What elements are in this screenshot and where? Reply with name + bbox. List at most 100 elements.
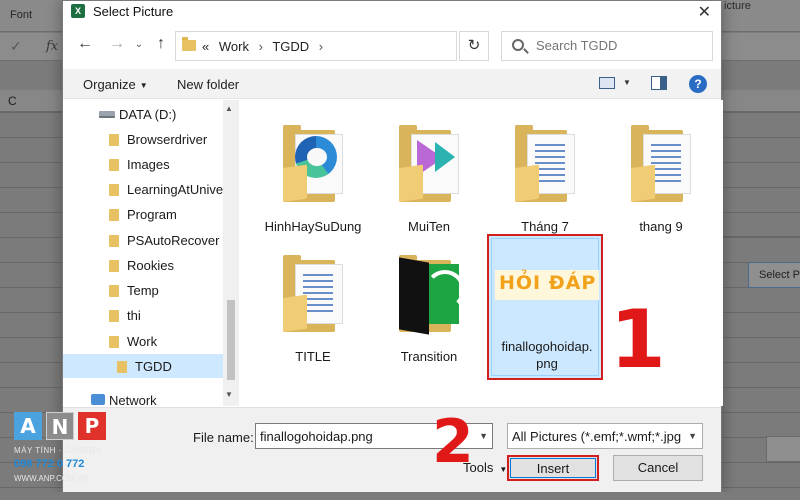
fx-icon: fx (46, 39, 59, 54)
file-name: HinhHaySuDung (264, 219, 362, 234)
sidebar-scrollbar[interactable]: ▲ ▼ (223, 100, 239, 406)
file-name: Tháng 7 (521, 219, 569, 234)
search-input[interactable] (536, 38, 706, 53)
search-box[interactable] (501, 31, 713, 61)
cancel-button[interactable]: Cancel (613, 455, 703, 481)
excel-status-strip (0, 492, 800, 500)
help-icon[interactable]: ? (689, 75, 707, 93)
sidebar-item-label: Network (109, 393, 157, 406)
file-item-thang-9[interactable]: thang 9 (603, 106, 719, 244)
folder-icon (109, 184, 119, 196)
file-item-finallogohoidap[interactable]: HỎI ĐÁP finallogohoidap. png (487, 234, 603, 380)
back-arrow-icon[interactable]: ← (75, 35, 95, 53)
folder-icon (109, 235, 119, 247)
search-icon (512, 39, 524, 51)
organize-button[interactable]: Organize ▼ (83, 77, 148, 92)
file-type-value: All Pictures (*.emf;*.wmf;*.jpg;*. (512, 429, 682, 444)
sidebar-item-label: Program (127, 207, 177, 222)
sidebar-item-images[interactable]: Images (63, 152, 223, 176)
sidebar-item-network[interactable]: Network (63, 388, 223, 406)
address-bar[interactable]: « Work › TGDD › ⌄ (175, 31, 551, 61)
file-name: thang 9 (639, 219, 683, 234)
view-options-caret-icon[interactable]: ▼ (623, 78, 631, 87)
anp-letter: P (78, 412, 106, 440)
breadcrumb-separator[interactable]: › (319, 39, 323, 54)
sidebar-item-label: Work (127, 334, 158, 349)
file-type-chevron-icon: ▼ (688, 431, 697, 441)
scrollbar-thumb[interactable] (227, 300, 235, 380)
file-name-line: png (536, 356, 558, 371)
folder-icon (109, 209, 119, 221)
folder-icon (117, 361, 127, 373)
file-item-title[interactable]: TITLE (255, 236, 371, 374)
sidebar-item-browserdriver[interactable]: Browserdriver (63, 127, 223, 151)
file-type-select[interactable]: All Pictures (*.emf;*.wmf;*.jpg;*. ▼ (507, 423, 703, 449)
breadcrumb-separator: › (258, 39, 263, 54)
sidebar-item-label: Temp (127, 283, 159, 298)
new-folder-button[interactable]: New folder (177, 77, 239, 92)
file-name-label: File name: (193, 430, 254, 445)
breadcrumb-tgdd[interactable]: TGDD (272, 39, 309, 54)
sidebar-item-learningatuniver[interactable]: LearningAtUniver (63, 177, 227, 201)
file-item-transition[interactable]: Transition (371, 236, 487, 374)
sidebar-item-label: LearningAtUniver (127, 182, 228, 197)
command-bar: Organize ▼ New folder ▼ ? (63, 69, 721, 99)
right-panel (722, 236, 800, 346)
sidebar-item-thi[interactable]: thi (63, 303, 223, 327)
change-view-icon[interactable] (599, 77, 615, 89)
sidebar-item-program[interactable]: Program (63, 202, 223, 226)
sidebar-item-data-drive[interactable]: DATA (D:) (63, 102, 223, 126)
insert-label: Insert (536, 461, 570, 476)
ribbon-font-label: Font (10, 9, 33, 21)
folder-icon (505, 122, 585, 202)
file-name: TITLE (295, 349, 331, 364)
step-1-annotation: 1 (610, 293, 666, 386)
sidebar-item-psautorecover[interactable]: PSAutoRecover (63, 228, 223, 252)
dialog-title: Select Picture (93, 4, 174, 19)
image-thumbnail-text: HỎI ĐÁP (499, 272, 597, 294)
file-name-dropdown-chevron-icon[interactable]: ▼ (479, 431, 488, 441)
breadcrumb-work[interactable]: Work (219, 39, 249, 54)
anp-subtitle: MÁY TÍNH · CAMERA (14, 446, 102, 455)
file-name: MuiTen (408, 219, 450, 234)
navigation-pane: DATA (D:) Browserdriver Images LearningA… (63, 100, 239, 406)
sidebar-item-label: DATA (D:) (119, 107, 177, 122)
caret-down-icon: ▼ (139, 81, 148, 91)
column-c-header: C (8, 94, 17, 108)
panel-button (766, 436, 800, 462)
anp-watermark-logo: A N P MÁY TÍNH · CAMERA 098 772 0 772 WW… (14, 412, 106, 492)
folder-icon (109, 134, 119, 146)
file-name-line: finallogohoidap. (501, 339, 593, 354)
sidebar-item-work[interactable]: Work (63, 329, 223, 353)
file-item-muiten[interactable]: MuiTen (371, 106, 487, 244)
folder-icon (389, 122, 469, 202)
picture-tab: icture (724, 0, 751, 12)
sidebar-item-label: PSAutoRecover (127, 233, 220, 248)
scroll-up-icon[interactable]: ▲ (225, 104, 233, 113)
file-name: finallogohoidap. png (489, 338, 605, 372)
refresh-button[interactable]: ↻ (459, 31, 489, 61)
folder-icon (109, 285, 119, 297)
close-icon[interactable]: ✕ (698, 2, 711, 22)
insert-button[interactable]: Insert (507, 455, 599, 481)
recent-locations-chevron-icon[interactable]: ⌄ (129, 39, 149, 50)
anp-letter: N (46, 412, 74, 440)
forward-arrow-icon[interactable]: → (107, 35, 127, 53)
step-2-annotation: 2 (432, 407, 474, 477)
file-item-hinhhaysudung[interactable]: HinhHaySuDung (255, 106, 371, 244)
anp-phone: 098 772 0 772 (14, 458, 85, 470)
sidebar-item-rookies[interactable]: Rookies (63, 253, 223, 277)
check-icon: ✓ (10, 38, 22, 54)
address-prefix[interactable]: « (202, 39, 209, 54)
sidebar-item-tgdd[interactable]: TGDD (63, 354, 223, 378)
sidebar-item-temp[interactable]: Temp (63, 278, 223, 302)
dialog-titlebar: X Select Picture ✕ (63, 1, 721, 23)
up-arrow-icon[interactable]: ↑ (151, 35, 171, 53)
anp-website: WWW.ANP.COM.VN (14, 474, 89, 483)
file-item-thang-7[interactable]: Tháng 7 (487, 106, 603, 244)
folder-icon (109, 336, 119, 348)
organize-label: Organize (83, 77, 136, 92)
preview-pane-icon[interactable] (651, 76, 667, 90)
select-picture-button: Select Pi (748, 262, 800, 288)
scroll-down-icon[interactable]: ▼ (225, 390, 233, 399)
